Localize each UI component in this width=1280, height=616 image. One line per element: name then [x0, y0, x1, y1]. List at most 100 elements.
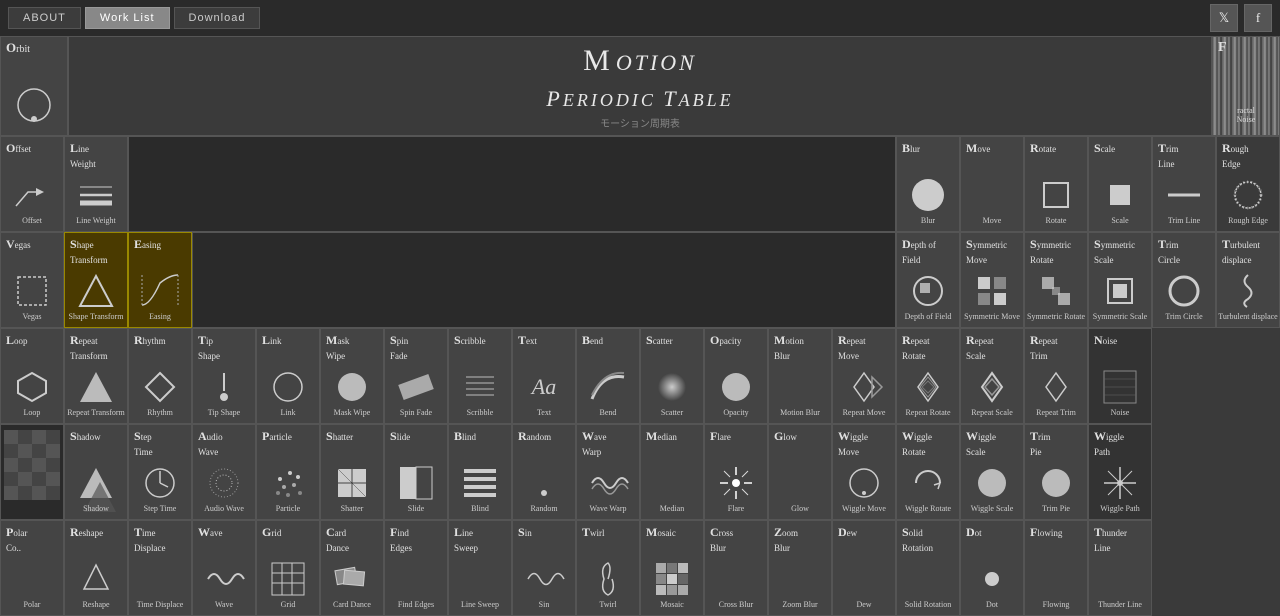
thunder-cell[interactable]: ThunderLine Thunder Line — [1088, 520, 1152, 616]
mask-wipe-cell[interactable]: MaskWipe Mask Wipe — [320, 328, 384, 424]
repeat-trim-cell[interactable]: RepeatTrim Repeat Trim — [1024, 328, 1088, 424]
dot-icon — [973, 560, 1011, 598]
dew-cell[interactable]: Dew Dew — [832, 520, 896, 616]
mosaic-cell[interactable]: Mosaic Mosaic — [640, 520, 704, 616]
sym-rotate-cell[interactable]: SymmetricRotate Symmetric Rotate — [1024, 232, 1088, 328]
worklist-button[interactable]: Work List — [85, 7, 170, 29]
cb-letter: CrossBlur — [710, 525, 733, 555]
sin-cell[interactable]: Sin Sin — [512, 520, 576, 616]
vegas-cell[interactable]: Vegas Vegas — [0, 232, 64, 328]
offset-cell[interactable]: Offset Offset — [0, 136, 64, 232]
repeat-scale-cell[interactable]: RepeatScale Repeat Scale — [960, 328, 1024, 424]
wiggle-rotate-cell[interactable]: WiggleRotate Wiggle Rotate — [896, 424, 960, 520]
dot-cell[interactable]: Dot Dot — [960, 520, 1024, 616]
blind-cell[interactable]: Blind Blind — [448, 424, 512, 520]
motion-blur-cell[interactable]: MotionBlur Motion Blur — [768, 328, 832, 424]
random-cell[interactable]: Random Random — [512, 424, 576, 520]
ws-letter: WiggleScale — [966, 429, 996, 459]
flowing-cell[interactable]: Flowing Flowing — [1024, 520, 1088, 616]
shatter-cell[interactable]: Shatter Shatter — [320, 424, 384, 520]
opacity-cell[interactable]: Opacity Opacity — [704, 328, 768, 424]
download-button[interactable]: Download — [174, 7, 261, 29]
about-button[interactable]: ABOUT — [8, 7, 81, 29]
wm-name: Wiggle Move — [842, 504, 886, 514]
particle-name: Particle — [276, 504, 300, 514]
cross-blur-cell[interactable]: CrossBlur Cross Blur — [704, 520, 768, 616]
wave-warp-cell[interactable]: WaveWarp Wave Warp — [576, 424, 640, 520]
find-edges-cell[interactable]: FindEdges Find Edges — [384, 520, 448, 616]
top-row: Orbit Motion Periodic Table モーション周期表 F — [0, 36, 1280, 136]
orbit-cell[interactable]: Orbit — [0, 36, 68, 136]
rm-letter: RepeatMove — [838, 333, 866, 363]
noise-cell[interactable]: Noise Noise — [1088, 328, 1152, 424]
move-cell[interactable]: Move Move — [960, 136, 1024, 232]
shape-transform-cell[interactable]: ShapeTransform Shape Transform — [64, 232, 128, 328]
card-dance-cell[interactable]: CardDance Card Dance — [320, 520, 384, 616]
rhythm-name: Rhythm — [147, 408, 173, 418]
text-icon: Aa — [525, 368, 563, 406]
sym-scale-cell[interactable]: SymmetricScale Symmetric Scale — [1088, 232, 1152, 328]
trim-pie-cell[interactable]: TrimPie Trim Pie — [1024, 424, 1088, 520]
spin-fade-cell[interactable]: SpinFade Spin Fade — [384, 328, 448, 424]
row-shadow: Shadow Shadow StepTime Step Time AudioWa… — [0, 424, 1280, 520]
scribble-cell[interactable]: Scribble Scribble — [448, 328, 512, 424]
loop-cell[interactable]: Loop Loop — [0, 328, 64, 424]
wp-letter: WigglePath — [1094, 429, 1124, 459]
opacity-name: Opacity — [723, 408, 748, 418]
reshape-cell[interactable]: Reshape Reshape — [64, 520, 128, 616]
zoom-blur-cell[interactable]: ZoomBlur Zoom Blur — [768, 520, 832, 616]
text-cell[interactable]: Text Aa Text — [512, 328, 576, 424]
trim-line-cell[interactable]: TrimLine Trim Line — [1152, 136, 1216, 232]
twitter-icon[interactable]: 𝕏 — [1210, 4, 1238, 32]
flare-cell[interactable]: Flare Flare — [704, 424, 768, 520]
move-name: Move — [983, 216, 1002, 226]
polar-cell[interactable]: PolarCo.. Polar — [0, 520, 64, 616]
rough-edge-cell[interactable]: RoughEdge Rough Edge — [1216, 136, 1280, 232]
rotate-name: Rotate — [1046, 216, 1067, 226]
repeat-rotate-cell[interactable]: RepeatRotate Repeat Rotate — [896, 328, 960, 424]
flare-icon — [717, 464, 755, 502]
particle-cell[interactable]: Particle Particle — [256, 424, 320, 520]
repeat-transform-cell[interactable]: RepeatTransform Repeat Transform — [64, 328, 128, 424]
fractal-noise-cell[interactable]: F ractalNoise — [1212, 36, 1280, 136]
sym-move-cell[interactable]: SymmetricMove Symmetric Move — [960, 232, 1024, 328]
line-weight-cell[interactable]: LineWeight Line Weight — [64, 136, 128, 232]
text-letter: Text — [518, 333, 537, 348]
repeat-move-cell[interactable]: RepeatMove Repeat Move — [832, 328, 896, 424]
mw-icon — [333, 368, 371, 406]
scale-cell[interactable]: Scale Scale — [1088, 136, 1152, 232]
easing-cell[interactable]: Easing Easing — [128, 232, 192, 328]
tip-shape-cell[interactable]: TipShape Tip Shape — [192, 328, 256, 424]
cd-letter: CardDance — [326, 525, 349, 555]
dof-cell[interactable]: Depth ofField Depth of Field — [896, 232, 960, 328]
twirl-cell[interactable]: Twirl Twirl — [576, 520, 640, 616]
turbulent-cell[interactable]: Turbulentdisplace Turbulent displace — [1216, 232, 1280, 328]
wave-cell[interactable]: Wave Wave — [192, 520, 256, 616]
link-cell[interactable]: Link Link — [256, 328, 320, 424]
wiggle-move-cell[interactable]: WiggleMove Wiggle Move — [832, 424, 896, 520]
flow-name: Flowing — [1043, 600, 1070, 610]
stime-icon — [141, 464, 179, 502]
line-sweep-cell[interactable]: LineSweep Line Sweep — [448, 520, 512, 616]
audio-wave-cell[interactable]: AudioWave Audio Wave — [192, 424, 256, 520]
shadow-cell[interactable]: Shadow Shadow — [64, 424, 128, 520]
glow-cell[interactable]: Glow Glow — [768, 424, 832, 520]
scatter-cell[interactable]: Scatter Scatter — [640, 328, 704, 424]
blur-cell[interactable]: Blur Blur — [896, 136, 960, 232]
easing-name: Easing — [149, 312, 171, 322]
facebook-icon[interactable]: f — [1244, 4, 1272, 32]
rt-icon — [77, 368, 115, 406]
grid-cell[interactable]: Grid Grid — [256, 520, 320, 616]
rotate-cell[interactable]: Rotate Rotate — [1024, 136, 1088, 232]
trim-circle-cell[interactable]: TrimCircle Trim Circle — [1152, 232, 1216, 328]
time-displace-cell[interactable]: TimeDisplace Time Displace — [128, 520, 192, 616]
bend-cell[interactable]: Bend Bend — [576, 328, 640, 424]
rhythm-cell[interactable]: Rhythm Rhythm — [128, 328, 192, 424]
solid-rotation-cell[interactable]: SolidRotation Solid Rotation — [896, 520, 960, 616]
wave-letter: Wave — [198, 525, 223, 540]
wiggle-scale-cell[interactable]: WiggleScale Wiggle Scale — [960, 424, 1024, 520]
wiggle-path-cell[interactable]: WigglePath Wiggle Path — [1088, 424, 1152, 520]
median-cell[interactable]: Median Median — [640, 424, 704, 520]
step-time-cell[interactable]: StepTime Step Time — [128, 424, 192, 520]
slide-cell[interactable]: Slide Slide — [384, 424, 448, 520]
